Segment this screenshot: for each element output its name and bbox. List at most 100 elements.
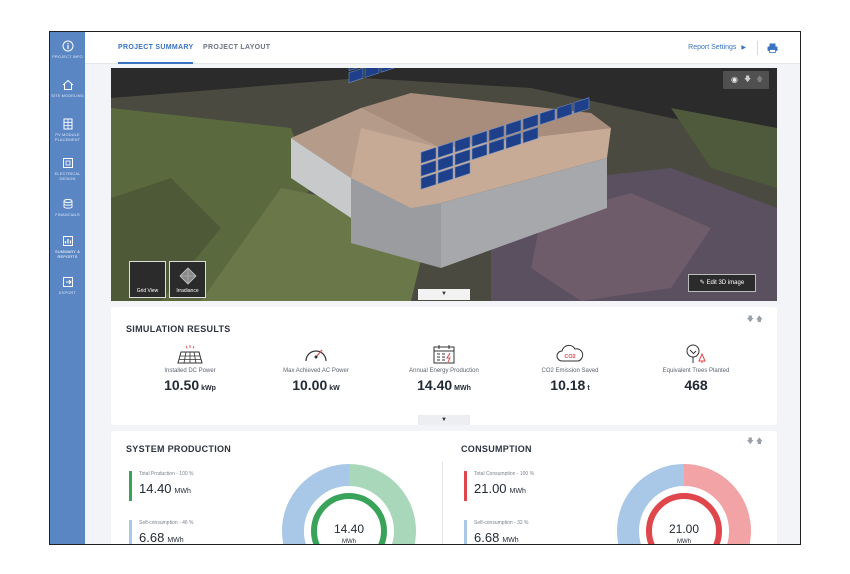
collapse-simulation-toggle[interactable]: ▼ xyxy=(418,415,470,425)
stat-label: Self-consumption - 32 % xyxy=(474,520,529,526)
stat-value: 14.40 MWh xyxy=(139,481,193,496)
grid-view-label: Grid View xyxy=(136,288,159,294)
metric-value: 10.00 kW xyxy=(261,377,371,393)
tab-project-layout[interactable]: PROJECT LAYOUT xyxy=(203,32,270,64)
arrow-down-icon[interactable]: 🡇 xyxy=(747,438,756,445)
caret-down-icon: ▼ xyxy=(441,291,447,297)
metric-number: 468 xyxy=(684,377,708,393)
stat-unit: MWh xyxy=(167,537,184,544)
sidebar-item-financials[interactable]: Financials xyxy=(50,198,85,217)
simulation-results-title: SIMULATION RESULTS xyxy=(126,324,231,334)
top-bar: PROJECT SUMMARY PROJECT LAYOUT Report Se… xyxy=(85,32,800,64)
sidebar-item-label: Export xyxy=(59,290,76,295)
arrow-up-icon[interactable]: 🡅 xyxy=(756,75,763,86)
metric-label: Equivalent Trees Planted xyxy=(662,368,730,374)
roof-3d-scene xyxy=(111,68,777,301)
production-donut-value: 14.40 xyxy=(334,522,364,536)
grid-view-button[interactable]: Grid View xyxy=(129,261,166,298)
reorder-arrows[interactable]: 🡇🡅 xyxy=(747,437,765,448)
sidebar-item-site-modeling[interactable]: Site Modeling xyxy=(50,79,85,98)
system-production-title: SYSTEM PRODUCTION xyxy=(126,444,232,454)
consumption-donut-value: 21.00 xyxy=(669,522,699,536)
arrow-up-icon[interactable]: 🡅 xyxy=(756,438,765,445)
stat-unit: MWh xyxy=(502,537,519,544)
sidebar-item-electrical-design[interactable]: Electrical Design xyxy=(50,157,85,181)
view-controls[interactable]: ◉ 🡇 🡅 xyxy=(723,71,769,89)
info-icon xyxy=(62,40,73,52)
stat-label: Total Production - 100 % xyxy=(139,471,194,477)
sidebar-item-pv-module-placement[interactable]: PV Module Placement xyxy=(50,118,85,142)
stat-color-bar xyxy=(464,520,467,544)
calendar-energy-icon xyxy=(433,345,455,364)
stat-label: Self-consumption - 46 % xyxy=(139,520,194,526)
print-icon[interactable] xyxy=(767,43,778,53)
metric-value: 10.18 t xyxy=(515,377,625,393)
metric-label: Max Achieved AC Power xyxy=(283,368,349,374)
metric-number: 10.18 xyxy=(550,377,586,393)
sidebar-item-export[interactable]: Export xyxy=(50,276,85,295)
production-self-consumption-stat: Self-consumption - 46 % 6.68 MWh xyxy=(129,520,194,545)
stat-unit: MWh xyxy=(509,488,526,495)
stat-color-bar xyxy=(129,520,132,544)
sidebar-item-label: Site Modeling xyxy=(51,93,84,98)
metric-value: 14.40 MWh xyxy=(389,377,499,393)
arrow-down-icon[interactable]: 🡇 xyxy=(744,75,751,86)
metric-label: Annual Energy Production xyxy=(409,368,479,374)
sidebar: Project Info Site Modeling PV Module Pla… xyxy=(50,32,85,544)
stat-value: 6.68 MWh xyxy=(139,530,193,545)
production-donut-ring xyxy=(311,493,387,544)
metric-value: 10.50 kWp xyxy=(135,377,245,393)
metric-unit: MWh xyxy=(454,385,471,392)
metric-unit: kWp xyxy=(201,385,216,392)
caret-down-icon: ▼ xyxy=(441,417,447,423)
irradiance-button[interactable]: Irradiance xyxy=(169,261,206,298)
app-window: Project Info Site Modeling PV Module Pla… xyxy=(49,31,801,545)
stat-value: 6.68 MWh xyxy=(474,530,528,545)
stat-number: 6.68 xyxy=(474,530,500,545)
metric-number: 14.40 xyxy=(417,377,453,393)
consumption-donut-ring xyxy=(646,493,722,544)
co2-badge: CO2 xyxy=(564,354,575,360)
toolbar-divider xyxy=(757,41,758,55)
stat-number: 14.40 xyxy=(139,481,172,496)
metric-max-ac-power: Max Achieved AC Power 10.00 kW xyxy=(261,344,371,393)
edit-3d-label: Edit 3D image xyxy=(706,280,745,286)
consumption-donut-unit: MWh xyxy=(677,539,691,545)
co2-cloud-icon: CO2 xyxy=(556,344,584,362)
production-consumption-card: SYSTEM PRODUCTION CONSUMPTION 🡇🡅 Total P… xyxy=(111,431,777,545)
sidebar-item-label: PV Module Placement xyxy=(54,132,81,142)
edit-3d-image-button[interactable]: ✎ Edit 3D image xyxy=(688,274,756,292)
tab-project-summary[interactable]: PROJECT SUMMARY xyxy=(118,32,194,64)
metric-unit: t xyxy=(587,385,590,392)
metric-number: 10.50 xyxy=(164,377,200,393)
reorder-arrows[interactable]: 🡇🡅 xyxy=(747,315,765,326)
reset-view-icon[interactable]: ◉ xyxy=(731,75,738,84)
3d-viewer[interactable]: ◉ 🡇 🡅 Grid View Irradiance ✎ Edit 3D ima… xyxy=(111,68,777,301)
metric-annual-energy-production: Annual Energy Production 14.40 MWh xyxy=(389,344,499,393)
consumption-donut: 21.00 MWh xyxy=(617,464,751,545)
gauge-icon xyxy=(305,349,327,362)
stat-number: 6.68 xyxy=(139,530,165,545)
section-divider xyxy=(442,461,443,544)
production-donut-unit: MWh xyxy=(342,539,356,545)
pencil-icon: ✎ xyxy=(699,280,705,286)
sidebar-item-summary-reports[interactable]: Summary & Reports xyxy=(50,235,85,259)
metric-unit: kW xyxy=(329,385,340,392)
panel-icon xyxy=(63,118,72,130)
sidebar-item-label: Project Info xyxy=(52,54,83,59)
report-settings-link[interactable]: Report Settings ▶ xyxy=(688,32,746,64)
stat-label: Total Consumption - 100 % xyxy=(474,471,535,477)
arrow-down-icon[interactable]: 🡇 xyxy=(747,316,756,323)
sidebar-item-label: Financials xyxy=(55,212,80,217)
stat-value: 21.00 MWh xyxy=(474,481,534,496)
home-icon xyxy=(62,79,73,90)
stat-number: 21.00 xyxy=(474,481,507,496)
collapse-viewer-toggle[interactable]: ▼ xyxy=(418,289,470,300)
stat-unit: MWh xyxy=(174,488,191,495)
metric-co2-emission-saved: CO2 CO2 Emission Saved 10.18 t xyxy=(515,344,625,393)
sidebar-item-project-info[interactable]: Project Info xyxy=(50,40,85,59)
total-consumption-stat: Total Consumption - 100 % 21.00 MWh xyxy=(464,471,535,501)
simulation-results-card: SIMULATION RESULTS 🡇🡅 Installed DC Power… xyxy=(111,307,777,425)
arrow-up-icon[interactable]: 🡅 xyxy=(756,316,765,323)
chevron-right-icon: ▶ xyxy=(741,45,746,51)
